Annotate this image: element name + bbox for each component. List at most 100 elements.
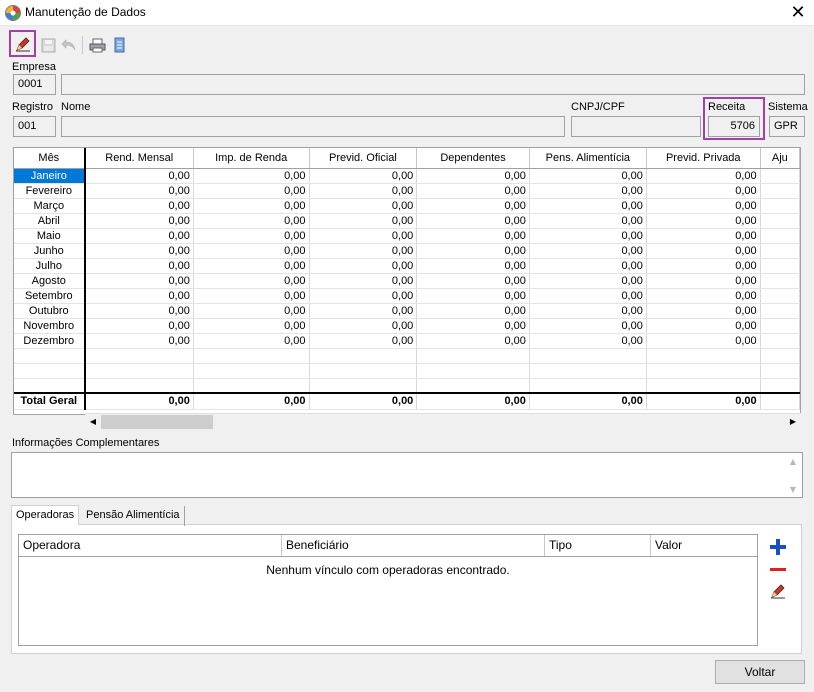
value-cell[interactable]: 0,00 (529, 258, 647, 274)
value-cell[interactable]: 0,00 (646, 243, 761, 259)
add-button[interactable] (767, 536, 789, 558)
save-button[interactable] (37, 34, 59, 56)
scroll-down-icon[interactable]: ▼ (785, 481, 801, 497)
value-cell[interactable]: 0,00 (529, 318, 647, 334)
value-cell[interactable]: 0,00 (309, 243, 418, 259)
value-cell[interactable] (760, 333, 800, 349)
value-cell[interactable] (760, 243, 800, 259)
value-cell[interactable]: 0,00 (529, 198, 647, 214)
value-cell[interactable] (760, 213, 800, 229)
empresa-code-field[interactable]: 0001 (13, 74, 56, 95)
value-cell[interactable]: 0,00 (529, 228, 647, 244)
empresa-name-field[interactable] (61, 74, 805, 95)
month-cell[interactable]: Maio (14, 228, 86, 244)
edit-button[interactable] (9, 30, 36, 57)
memo-scrollbar[interactable]: ▲ ▼ (785, 453, 802, 497)
value-cell[interactable]: 0,00 (193, 198, 310, 214)
value-cell[interactable]: 0,00 (529, 303, 647, 319)
value-cell[interactable]: 0,00 (309, 213, 418, 229)
table-row[interactable]: Abril 0,00 0,00 0,00 0,00 0,00 0,00 (14, 213, 800, 229)
value-cell[interactable]: 0,00 (193, 303, 310, 319)
value-cell[interactable]: 0,00 (84, 243, 194, 259)
value-cell[interactable] (760, 288, 800, 304)
value-cell[interactable]: 0,00 (646, 198, 761, 214)
column-header[interactable]: Dependentes (416, 148, 530, 169)
value-cell[interactable]: 0,00 (416, 303, 530, 319)
month-cell[interactable]: Setembro (14, 288, 86, 304)
edit-operadora-button[interactable] (767, 580, 789, 602)
value-cell[interactable]: 0,00 (529, 273, 647, 289)
month-cell[interactable]: Fevereiro (14, 183, 86, 199)
value-cell[interactable]: 0,00 (529, 168, 647, 184)
value-cell[interactable] (760, 258, 800, 274)
table-row[interactable]: Setembro 0,00 0,00 0,00 0,00 0,00 0,00 (14, 288, 800, 304)
scroll-right-icon[interactable]: ▶ (785, 414, 801, 430)
value-cell[interactable]: 0,00 (193, 213, 310, 229)
value-cell[interactable]: 0,00 (416, 333, 530, 349)
column-header[interactable]: Imp. de Renda (193, 148, 310, 169)
table-row[interactable]: Maio 0,00 0,00 0,00 0,00 0,00 0,00 (14, 228, 800, 244)
value-cell[interactable] (760, 318, 800, 334)
value-cell[interactable]: 0,00 (646, 303, 761, 319)
close-icon[interactable]: ✕ (786, 2, 810, 24)
value-cell[interactable]: 0,00 (646, 168, 761, 184)
value-cell[interactable]: 0,00 (84, 183, 194, 199)
value-cell[interactable]: 0,00 (646, 228, 761, 244)
table-row[interactable]: Outubro 0,00 0,00 0,00 0,00 0,00 0,00 (14, 303, 800, 319)
value-cell[interactable]: 0,00 (416, 168, 530, 184)
col-operadora[interactable]: Operadora (19, 535, 282, 556)
value-cell[interactable]: 0,00 (529, 213, 647, 229)
table-row[interactable]: Novembro 0,00 0,00 0,00 0,00 0,00 0,00 (14, 318, 800, 334)
value-cell[interactable]: 0,00 (416, 213, 530, 229)
value-cell[interactable]: 0,00 (193, 273, 310, 289)
month-cell[interactable]: Outubro (14, 303, 86, 319)
value-cell[interactable]: 0,00 (646, 333, 761, 349)
column-header[interactable]: Pens. Alimentícia (529, 148, 647, 169)
document-button[interactable] (108, 34, 130, 56)
value-cell[interactable]: 0,00 (309, 183, 418, 199)
grid-horizontal-scrollbar[interactable]: ◀ ▶ (85, 413, 801, 429)
value-cell[interactable]: 0,00 (416, 183, 530, 199)
value-cell[interactable]: 0,00 (416, 258, 530, 274)
value-cell[interactable]: 0,00 (646, 258, 761, 274)
complementares-textarea[interactable]: ▲ ▼ (11, 452, 803, 498)
value-cell[interactable] (760, 183, 800, 199)
value-cell[interactable]: 0,00 (84, 213, 194, 229)
month-cell[interactable]: Janeiro (14, 168, 86, 184)
value-cell[interactable]: 0,00 (309, 318, 418, 334)
month-cell[interactable]: Dezembro (14, 333, 86, 349)
col-tipo[interactable]: Tipo (545, 535, 651, 556)
col-valor[interactable]: Valor (651, 535, 757, 556)
print-button[interactable] (86, 34, 108, 56)
value-cell[interactable]: 0,00 (416, 273, 530, 289)
column-header-mes[interactable]: Mês (14, 148, 86, 169)
month-cell[interactable]: Março (14, 198, 86, 214)
value-cell[interactable]: 0,00 (84, 273, 194, 289)
sistema-field[interactable]: GPR (769, 116, 805, 137)
tab-pensao-alimenticia[interactable]: Pensão Alimentícia (82, 506, 185, 526)
scroll-up-icon[interactable]: ▲ (785, 453, 801, 469)
column-header[interactable]: Previd. Privada (646, 148, 761, 169)
scroll-left-icon[interactable]: ◀ (85, 414, 101, 430)
receita-field[interactable]: 5706 (708, 116, 760, 137)
value-cell[interactable] (760, 303, 800, 319)
value-cell[interactable]: 0,00 (416, 318, 530, 334)
value-cell[interactable]: 0,00 (309, 273, 418, 289)
operadoras-list[interactable]: Operadora Beneficiário Tipo Valor Nenhum… (18, 534, 758, 646)
value-cell[interactable]: 0,00 (646, 273, 761, 289)
value-cell[interactable]: 0,00 (84, 288, 194, 304)
month-cell[interactable]: Agosto (14, 273, 86, 289)
value-cell[interactable]: 0,00 (193, 183, 310, 199)
value-cell[interactable]: 0,00 (309, 288, 418, 304)
scroll-thumb[interactable] (101, 414, 213, 429)
table-row[interactable]: Dezembro 0,00 0,00 0,00 0,00 0,00 0,00 (14, 333, 800, 349)
value-cell[interactable]: 0,00 (646, 288, 761, 304)
value-cell[interactable]: 0,00 (416, 198, 530, 214)
value-cell[interactable]: 0,00 (84, 228, 194, 244)
value-cell[interactable]: 0,00 (646, 318, 761, 334)
value-cell[interactable]: 0,00 (646, 213, 761, 229)
value-cell[interactable]: 0,00 (193, 228, 310, 244)
value-cell[interactable]: 0,00 (529, 333, 647, 349)
value-cell[interactable]: 0,00 (416, 288, 530, 304)
undo-button[interactable] (58, 34, 80, 56)
